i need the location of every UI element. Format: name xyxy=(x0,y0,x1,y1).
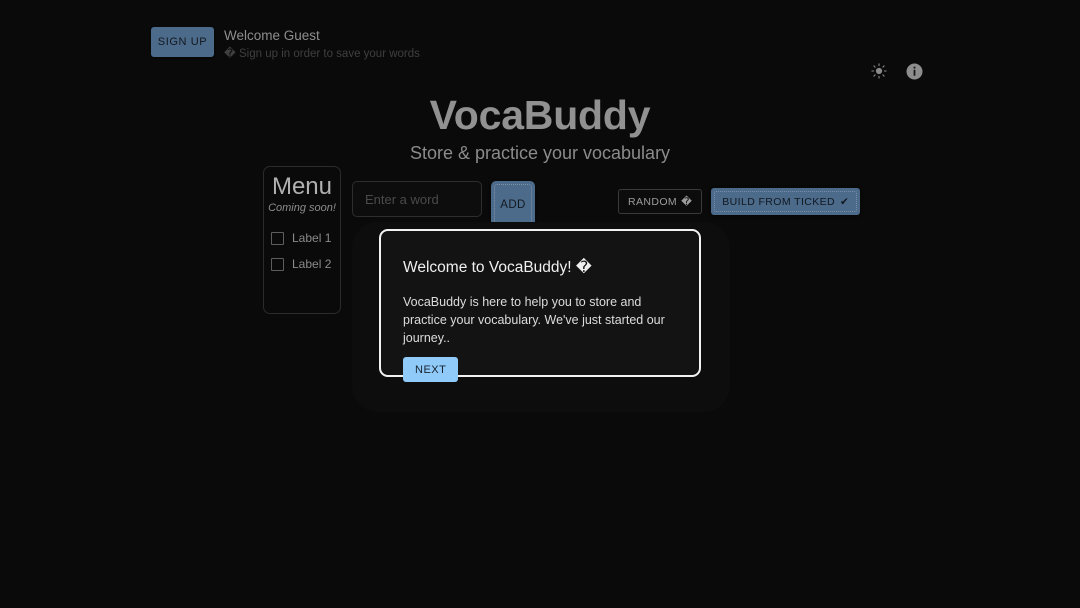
signup-hint: � Sign up in order to save your words xyxy=(224,46,420,62)
checkbox-label-2[interactable] xyxy=(271,257,284,271)
welcome-greeting: Welcome Guest xyxy=(224,28,320,43)
hero: VocaBuddy Store & practice your vocabula… xyxy=(0,90,1080,165)
dialog-title-text: Welcome to VocaBuddy! xyxy=(403,259,572,276)
build-from-ticked-button[interactable]: BUILD FROM TICKED ✔ xyxy=(711,188,861,215)
menu-item-label: Label 2 xyxy=(292,257,332,271)
sun-icon xyxy=(871,63,887,79)
info-icon xyxy=(906,63,922,79)
menu-item-label-2[interactable]: Label 2 xyxy=(264,251,340,277)
account-block: SIGN UP Welcome Guest � Sign up in order… xyxy=(151,27,420,62)
signup-hint-text: Sign up in order to save your words xyxy=(239,48,420,60)
menu-panel: Menu Coming soon! Label 1 Label 2 xyxy=(263,166,341,314)
welcome-block: Welcome Guest � Sign up in order to save… xyxy=(224,27,420,62)
dialog-body: VocaBuddy is here to help you to store a… xyxy=(403,295,665,345)
checkbox-label-1[interactable] xyxy=(271,231,284,245)
menu-coming-soon: Coming soon! xyxy=(268,202,336,214)
build-button-label: BUILD FROM TICKED xyxy=(722,195,836,208)
wave-icon: � xyxy=(575,258,592,276)
sign-up-button[interactable]: SIGN UP xyxy=(151,27,214,57)
menu-item-label: Label 1 xyxy=(292,231,332,245)
random-button[interactable]: RANDOM � xyxy=(618,189,703,214)
welcome-dialog: Welcome to VocaBuddy! � VocaBuddy is her… xyxy=(379,229,701,382)
dialog-title: Welcome to VocaBuddy! � xyxy=(403,257,677,278)
top-bar: SIGN UP Welcome Guest � Sign up in order… xyxy=(0,0,1080,92)
dice-icon: � xyxy=(681,195,693,208)
menu-heading: Menu xyxy=(271,173,333,200)
action-buttons: RANDOM � BUILD FROM TICKED ✔ xyxy=(618,188,861,215)
info-button[interactable] xyxy=(903,60,925,82)
random-button-label: RANDOM xyxy=(628,195,678,208)
dialog-next-button[interactable]: NEXT xyxy=(403,357,459,382)
theme-toggle-button[interactable] xyxy=(868,60,890,82)
check-icon: ✔ xyxy=(840,195,850,208)
top-bar-icons xyxy=(868,60,925,82)
page-subtitle: Store & practice your vocabulary xyxy=(409,143,671,163)
page-title: VocaBuddy xyxy=(429,92,651,138)
signup-hint-icon: � xyxy=(224,46,236,60)
menu-item-label-1[interactable]: Label 1 xyxy=(264,225,340,251)
word-input[interactable] xyxy=(352,181,482,217)
